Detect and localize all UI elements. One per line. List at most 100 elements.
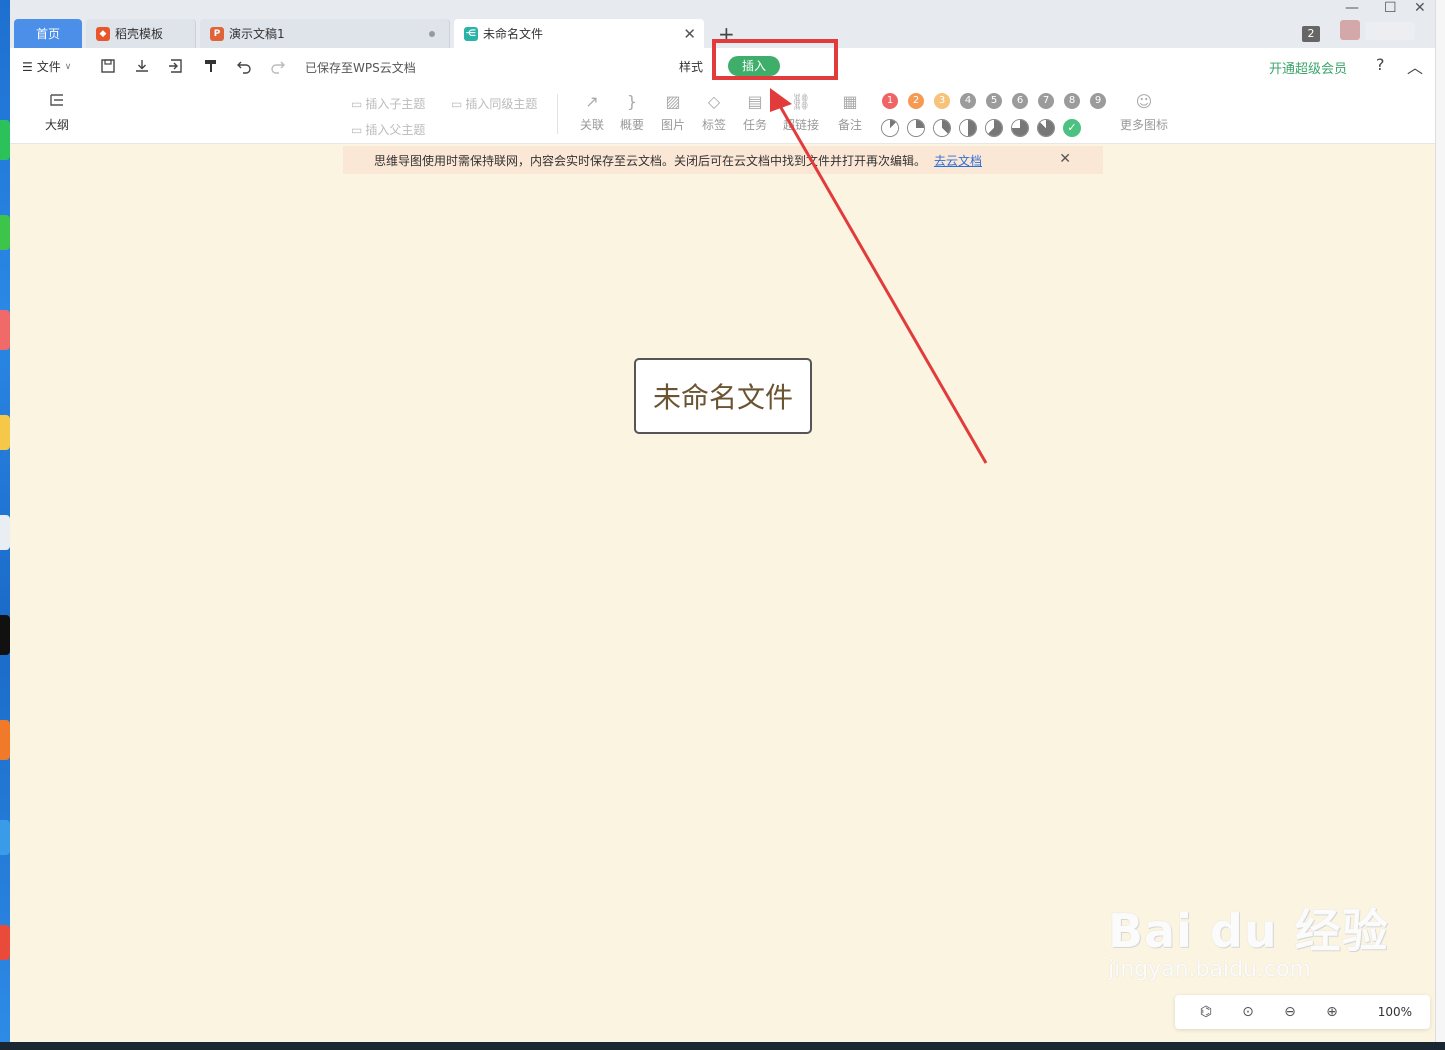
file-menu-label: 文件: [36, 60, 61, 74]
note-label: 备注: [838, 118, 863, 132]
progress-icon[interactable]: [881, 119, 899, 137]
export-icon[interactable]: [167, 57, 185, 75]
vip-link[interactable]: 开通超级会员: [1269, 58, 1347, 77]
outline-button[interactable]: 大纲: [45, 90, 69, 133]
ribbon-tab-style[interactable]: 样式: [679, 58, 703, 75]
progress-icon[interactable]: [1011, 119, 1029, 137]
smiley-icon: ☺: [1135, 91, 1153, 111]
insert-sibling-icon: ▭: [451, 96, 463, 111]
baidu-watermark: Bai du 经验 jingyan.baidu.com: [1108, 895, 1389, 982]
save-status: 已保存至WPS云文档: [305, 61, 416, 75]
more-icons-label: 更多图标: [1120, 118, 1169, 132]
avatar[interactable]: [1340, 20, 1360, 40]
notice-text: 思维导图使用时需保持联网，内容会实时保存至云文档。关闭后可在云文档中找到文件并打…: [374, 153, 927, 168]
tab-presentation[interactable]: P 演示文稿1: [200, 19, 450, 48]
outline-label: 大纲: [45, 118, 70, 132]
fit-view-icon[interactable]: ⌬: [1195, 1001, 1217, 1023]
chevron-down-icon: ∨: [64, 61, 72, 72]
maximize-icon[interactable]: ☐: [1384, 0, 1397, 16]
docer-icon: ◆: [96, 26, 110, 41]
relate-button[interactable]: ↗ 关联: [580, 90, 604, 133]
image-button[interactable]: ▨ 图片: [661, 90, 685, 133]
cloud-notice-bar: 思维导图使用时需保持联网，内容会实时保存至云文档。关闭后可在云文档中找到文件并打…: [343, 146, 1103, 174]
help-icon[interactable]: ?: [1376, 55, 1385, 74]
redo-icon[interactable]: [269, 57, 287, 75]
insert-child-icon: ▭: [351, 96, 363, 111]
format-painter-icon[interactable]: [202, 57, 220, 75]
close-notice-icon[interactable]: ✕: [1059, 151, 1071, 167]
locate-icon[interactable]: ⊙: [1237, 1001, 1259, 1023]
hyperlink-label: 超链接: [783, 118, 820, 132]
save-icon[interactable]: [99, 57, 117, 75]
priority-6-icon[interactable]: 6: [1012, 93, 1028, 109]
insert-sibling-button[interactable]: ▭ 插入同级主题: [451, 95, 537, 112]
insert-child-label: 插入子主题: [365, 97, 426, 111]
link-icon: ⛓: [790, 91, 812, 111]
more-icons-button[interactable]: ☺ 更多图标: [1120, 90, 1168, 133]
presentation-icon: P: [210, 26, 224, 41]
zoom-in-icon[interactable]: ⊕: [1321, 1001, 1343, 1023]
priority-9-icon[interactable]: 9: [1090, 93, 1106, 109]
priority-4-icon[interactable]: 4: [960, 93, 976, 109]
task-icon: ▤: [747, 91, 763, 111]
tab-home[interactable]: 首页: [14, 19, 82, 48]
progress-icon[interactable]: [907, 119, 925, 137]
close-tab-icon[interactable]: ✕: [683, 25, 696, 43]
download-icon[interactable]: [133, 57, 151, 75]
priority-5-icon[interactable]: 5: [986, 93, 1002, 109]
minimize-icon[interactable]: —: [1345, 0, 1359, 16]
summary-icon: }: [626, 91, 638, 111]
unsaved-dot-icon: [429, 30, 435, 37]
collapse-ribbon-icon[interactable]: ︿: [1407, 54, 1423, 78]
goto-cloud-link[interactable]: 去云文档: [934, 152, 982, 169]
relate-icon: ↗: [585, 91, 599, 111]
insert-sibling-label: 插入同级主题: [465, 97, 538, 111]
task-label: 任务: [743, 118, 768, 132]
tab-template-label: 稻壳模板: [115, 27, 164, 41]
hyperlink-button[interactable]: ⛓ 超链接: [783, 90, 819, 133]
tab-home-label: 首页: [35, 27, 60, 41]
undo-icon[interactable]: [235, 57, 253, 75]
priority-1-icon[interactable]: 1: [882, 93, 898, 109]
relate-label: 关联: [580, 118, 605, 132]
summary-button[interactable]: } 概要: [620, 90, 644, 133]
priority-3-icon[interactable]: 3: [934, 93, 950, 109]
zoom-out-icon[interactable]: ⊖: [1279, 1001, 1301, 1023]
note-button[interactable]: ▦ 备注: [838, 90, 862, 133]
priority-2-icon[interactable]: 2: [908, 93, 924, 109]
taskbar: [0, 1042, 1445, 1050]
tag-label: 标签: [702, 118, 727, 132]
insert-parent-button[interactable]: ▭ 插入父主题: [351, 121, 425, 138]
file-menu[interactable]: ☰ 文件 ∨: [22, 58, 71, 75]
priority-7-icon[interactable]: 7: [1038, 93, 1054, 109]
tab-active-label: 未命名文件: [483, 27, 544, 41]
task-button[interactable]: ▤ 任务: [743, 90, 767, 133]
desktop-right-strip: [1435, 0, 1445, 1042]
note-icon: ▦: [842, 91, 858, 111]
annotation-highlight-box: [712, 39, 838, 80]
progress-icon[interactable]: [959, 119, 977, 137]
menu-lines-icon: ☰: [22, 59, 33, 74]
tab-active-mindmap[interactable]: ⋲ 未命名文件 ✕: [454, 19, 704, 48]
progress-icon[interactable]: [933, 119, 951, 137]
zoom-level[interactable]: 100%: [1378, 1005, 1412, 1019]
progress-icon[interactable]: [985, 119, 1003, 137]
root-topic-node[interactable]: 未命名文件: [634, 358, 812, 434]
mindmap-icon: ⋲: [464, 26, 478, 41]
tag-icon: ◇: [707, 91, 721, 111]
ribbon-separator: [557, 94, 558, 134]
close-window-icon[interactable]: ✕: [1414, 0, 1426, 16]
ribbon: 大纲 ▭ 插入子主题 ▭ 插入同级主题 ▭ 插入父主题 ↗ 关联 } 概要 ▨ …: [10, 84, 1435, 144]
image-label: 图片: [661, 118, 686, 132]
priority-8-icon[interactable]: 8: [1064, 93, 1080, 109]
outline-icon: [46, 90, 68, 112]
insert-child-button[interactable]: ▭ 插入子主题: [351, 95, 425, 112]
progress-icon[interactable]: [1037, 119, 1055, 137]
tag-button[interactable]: ◇ 标签: [702, 90, 726, 133]
window-count-badge[interactable]: 2: [1302, 26, 1320, 42]
progress-icon[interactable]: ✓: [1063, 119, 1081, 137]
account-name: [1365, 22, 1415, 40]
image-icon: ▨: [665, 91, 681, 111]
tab-template[interactable]: ◆ 稻壳模板: [86, 19, 196, 48]
insert-parent-icon: ▭: [351, 122, 363, 137]
